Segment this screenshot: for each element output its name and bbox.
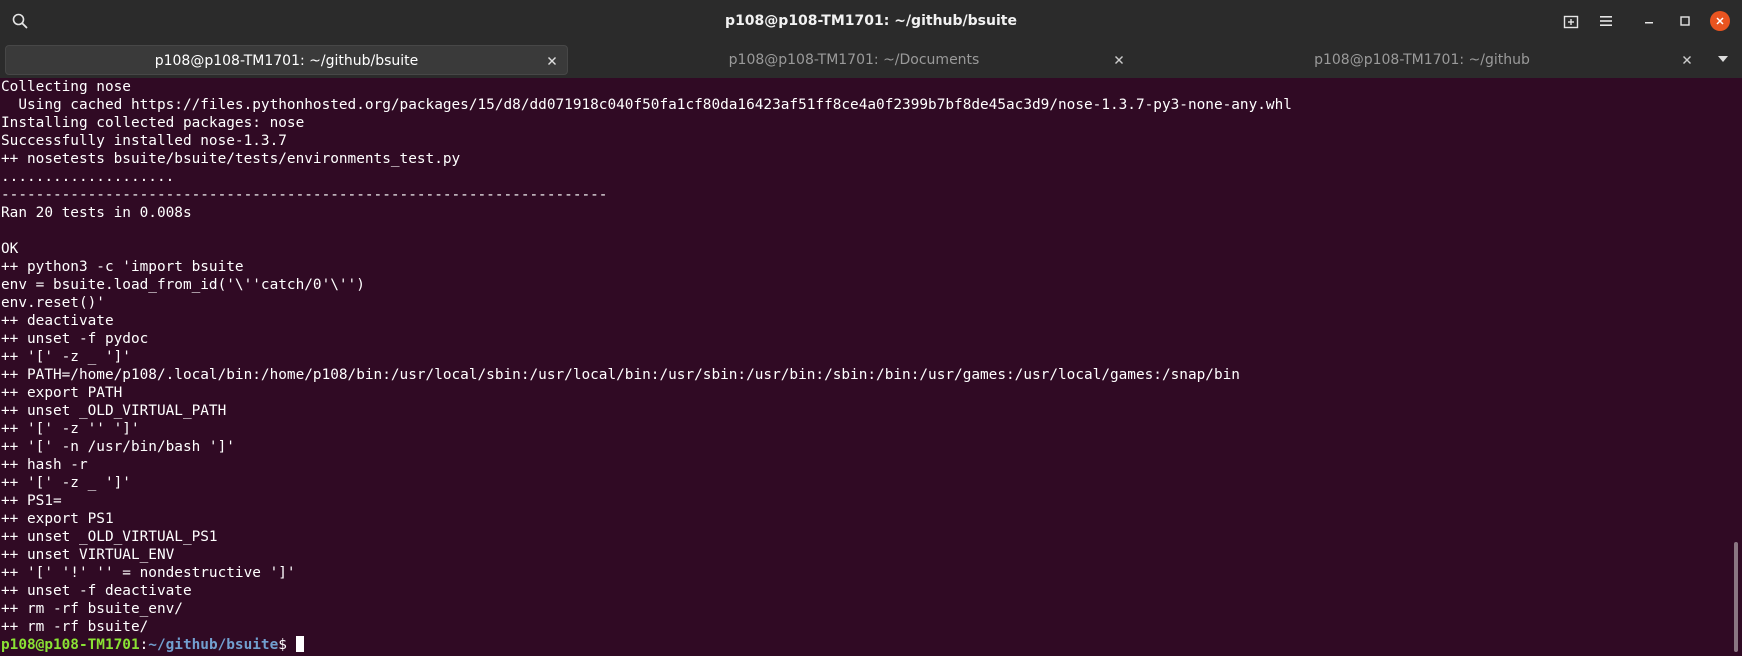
terminal-line: Successfully installed nose-1.3.7 <box>1 133 287 149</box>
tab-close-button[interactable] <box>1111 52 1127 68</box>
terminal-line: ++ '[' -n /usr/bin/bash ']' <box>1 439 235 455</box>
maximize-icon <box>1680 16 1690 26</box>
close-button[interactable] <box>1707 8 1733 34</box>
close-icon <box>548 57 556 65</box>
terminal-line: ++ '[' -z _ ']' <box>1 475 131 491</box>
minimize-button[interactable] <box>1636 8 1662 34</box>
terminal-line: ++ deactivate <box>1 313 114 329</box>
chevron-down-icon <box>1718 56 1728 62</box>
terminal-scrollbar[interactable] <box>1730 78 1742 656</box>
close-icon <box>1716 17 1724 25</box>
terminal-line: ++ nosetests bsuite/bsuite/tests/environ… <box>1 151 461 167</box>
terminal-line: ++ hash -r <box>1 457 88 473</box>
terminal-line: ++ unset VIRTUAL_ENV <box>1 547 175 563</box>
tab-close-button[interactable] <box>1679 52 1695 68</box>
terminal-line: env = bsuite.load_from_id('\''catch/0'\'… <box>1 277 365 293</box>
tab-close-button[interactable] <box>544 53 560 69</box>
prompt-user-host: p108@p108-TM1701 <box>1 637 140 653</box>
maximize-button[interactable] <box>1672 8 1698 34</box>
terminal-line: ++ '[' -z _ ']' <box>1 349 131 365</box>
terminal-line: ++ PATH=/home/p108/.local/bin:/home/p108… <box>1 367 1240 383</box>
terminal-line: Ran 20 tests in 0.008s <box>1 205 192 221</box>
terminal-line: ++ rm -rf bsuite_env/ <box>1 601 183 617</box>
terminal-line: ----------------------------------------… <box>1 187 608 203</box>
minimize-icon <box>1645 22 1653 24</box>
header-bar: p108@p108-TM1701: ~/github/bsuite <box>0 0 1742 42</box>
terminal-line: ++ unset _OLD_VIRTUAL_PATH <box>1 403 227 419</box>
new-tab-button[interactable] <box>1558 8 1584 34</box>
terminal-line: ++ unset -f deactivate <box>1 583 192 599</box>
terminal-output[interactable]: Collecting nose Using cached https://fil… <box>0 78 1730 656</box>
tab-list-dropdown[interactable] <box>1714 50 1732 68</box>
terminal-line: ++ export PATH <box>1 385 123 401</box>
prompt-path: ~/github/bsuite <box>148 637 279 653</box>
tab-bar: p108@p108-TM1701: ~/github/bsuite p108@p… <box>0 42 1742 78</box>
terminal-line: ++ export PS1 <box>1 511 114 527</box>
search-icon <box>12 13 28 29</box>
prompt-separator: : <box>139 637 149 653</box>
terminal-line: Collecting nose <box>1 79 131 95</box>
tab-github[interactable]: p108@p108-TM1701: ~/github <box>1140 45 1704 75</box>
window-title: p108@p108-TM1701: ~/github/bsuite <box>725 13 1017 29</box>
menu-button[interactable] <box>1593 8 1619 34</box>
terminal-line: ++ '[' '!' '' = nondestructive ']' <box>1 565 296 581</box>
tab-label: p108@p108-TM1701: ~/github/bsuite <box>154 53 419 69</box>
close-circle <box>1710 11 1730 31</box>
tab-label: p108@p108-TM1701: ~/Documents <box>728 52 980 68</box>
terminal-window: p108@p108-TM1701: ~/github/bsuite p108@p… <box>0 0 1742 656</box>
prompt-symbol: $ <box>278 637 296 653</box>
terminal-line: Installing collected packages: nose <box>1 115 305 131</box>
terminal-line: ++ rm -rf bsuite/ <box>1 619 149 635</box>
terminal-line: ++ python3 -c 'import bsuite <box>1 259 244 275</box>
terminal-line: ++ unset _OLD_VIRTUAL_PS1 <box>1 529 218 545</box>
close-icon <box>1683 56 1691 64</box>
terminal-line: ++ '[' -z '' ']' <box>1 421 140 437</box>
terminal-line: Using cached https://files.pythonhosted.… <box>1 97 1292 113</box>
prompt-line: p108@p108-TM1701:~/github/bsuite$ <box>0 636 1730 654</box>
tab-label: p108@p108-TM1701: ~/github <box>1314 52 1530 68</box>
terminal-line: OK <box>1 241 19 257</box>
hamburger-menu-icon <box>1600 16 1612 26</box>
terminal-line: ++ PS1= <box>1 493 62 509</box>
scrollbar-thumb[interactable] <box>1734 542 1738 652</box>
text-cursor <box>295 636 304 652</box>
search-button[interactable] <box>7 8 33 34</box>
terminal-lines: Collecting nose Using cached https://fil… <box>0 78 1730 636</box>
terminal-line: .................... <box>1 169 175 185</box>
tab-documents[interactable]: p108@p108-TM1701: ~/Documents <box>572 45 1136 75</box>
close-icon <box>1115 56 1123 64</box>
terminal-line: env.reset()' <box>1 295 105 311</box>
tab-bsuite[interactable]: p108@p108-TM1701: ~/github/bsuite <box>5 45 568 75</box>
terminal-line: ++ unset -f pydoc <box>1 331 149 347</box>
new-tab-icon <box>1563 15 1579 29</box>
